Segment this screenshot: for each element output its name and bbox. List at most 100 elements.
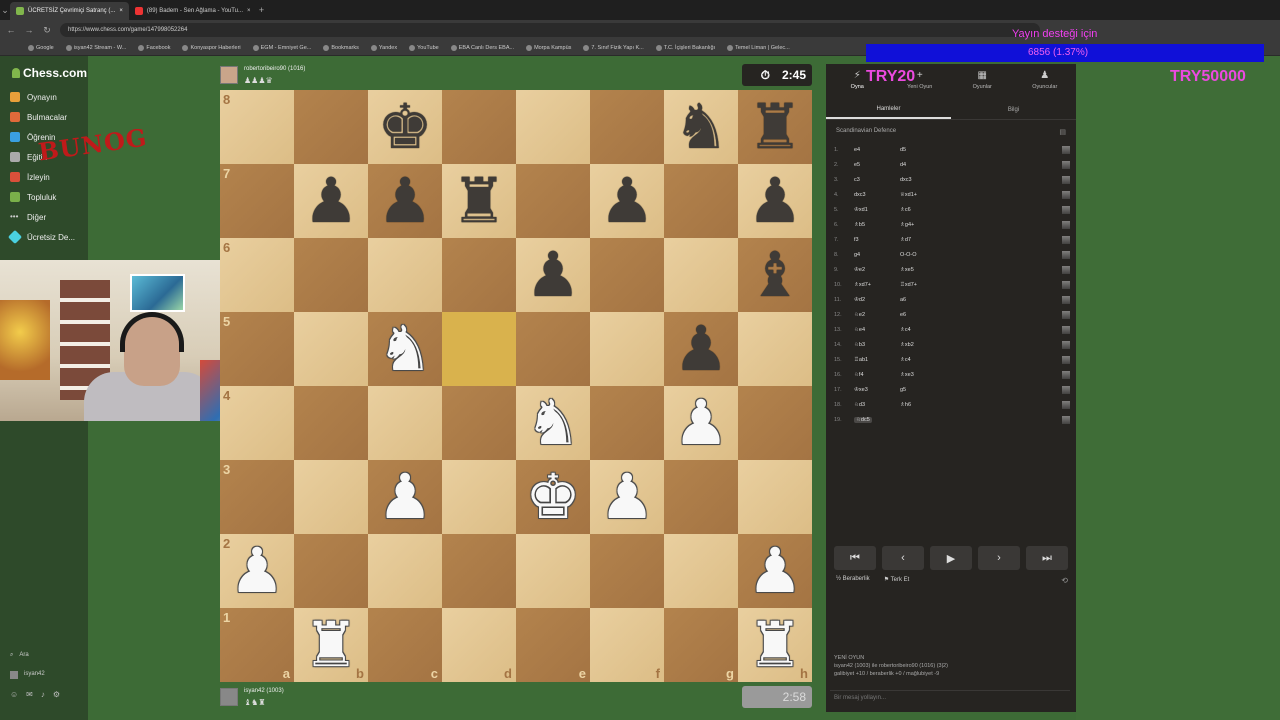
white-move[interactable]: dxc3 (854, 192, 900, 198)
sidebar-item-community[interactable]: Topluluk (10, 192, 56, 202)
white-king-icon[interactable]: ♚ (525, 460, 581, 534)
black-move[interactable]: ♖xd7+ (900, 282, 1000, 288)
square-g4[interactable]: ♟ (664, 386, 738, 460)
square-g5[interactable]: ♟ (664, 312, 738, 386)
sidebar-search[interactable]: ⌕ Ara (10, 652, 29, 659)
bookmark-item[interactable]: Bookmarks (323, 44, 359, 51)
sidebar-item-play[interactable]: Oynayın (10, 92, 57, 102)
bookmark-item[interactable]: EBA Canlı Ders EBA... (450, 44, 514, 51)
square-f7[interactable]: ♟ (590, 164, 664, 238)
square-f1[interactable]: f (590, 608, 664, 682)
sidebar-item-watch[interactable]: İzleyin (10, 172, 50, 182)
close-tab-icon[interactable]: × (247, 8, 251, 14)
square-f3[interactable]: ♟ (590, 460, 664, 534)
square-f2[interactable] (590, 534, 664, 608)
bookmark-item[interactable]: Yandex (370, 44, 397, 51)
tab-info[interactable]: Bilgi (951, 100, 1076, 119)
square-g2[interactable] (664, 534, 738, 608)
bookmark-item[interactable]: 7. Sınıf Fizik Yapı K... (583, 44, 644, 51)
square-g1[interactable]: g (664, 608, 738, 682)
square-c8[interactable]: ♚ (368, 90, 442, 164)
white-rook-icon[interactable]: ♜ (303, 608, 359, 682)
square-h6[interactable]: ♝ (738, 238, 812, 312)
black-move[interactable]: ♗d7 (900, 237, 1000, 243)
square-d5[interactable] (442, 312, 516, 386)
square-d4[interactable] (442, 386, 516, 460)
square-h5[interactable] (738, 312, 812, 386)
square-g3[interactable] (664, 460, 738, 534)
friends-icon[interactable]: ☺ (10, 690, 18, 699)
close-tab-icon[interactable]: × (119, 8, 123, 14)
white-knight-icon[interactable]: ♞ (525, 386, 581, 460)
white-move[interactable]: ♗xd7+ (854, 282, 900, 288)
previous-move-button[interactable]: ‹ (882, 546, 924, 570)
chat-input[interactable]: Bir mesaj yollayın... (830, 690, 1070, 706)
sidebar-item-free-trial[interactable]: Ücretsiz De... (7, 229, 75, 245)
square-c5[interactable]: ♞ (368, 312, 442, 386)
bookmark-item[interactable]: Google (28, 44, 54, 51)
white-move[interactable]: ♘b3 (854, 342, 900, 348)
square-c6[interactable] (368, 238, 442, 312)
bookmark-item[interactable]: YouTube (409, 44, 439, 51)
square-h4[interactable] (738, 386, 812, 460)
white-move[interactable]: f3 (854, 237, 900, 243)
white-knight-icon[interactable]: ♞ (377, 312, 433, 386)
black-move[interactable]: e6 (900, 312, 1000, 318)
white-move[interactable]: ♘dc5 (854, 416, 900, 423)
last-move-button[interactable]: ⏭ (1026, 546, 1068, 570)
square-e2[interactable] (516, 534, 590, 608)
black-move[interactable]: ♗c4 (900, 357, 1000, 363)
white-move[interactable]: ♘d3 (854, 402, 900, 408)
white-pawn-icon[interactable]: ♟ (377, 460, 433, 534)
square-b5[interactable] (294, 312, 368, 386)
bookmark-item[interactable]: Konyaspor Haberleri (182, 44, 241, 51)
square-e8[interactable] (516, 90, 590, 164)
square-g7[interactable] (664, 164, 738, 238)
white-pawn-icon[interactable]: ♟ (229, 534, 285, 608)
bookmark-item[interactable]: Temel Liman | Gelec... (727, 44, 790, 51)
black-move[interactable]: dxc3 (900, 177, 1000, 183)
white-pawn-icon[interactable]: ♟ (673, 386, 729, 460)
square-a1[interactable]: 1a (220, 608, 294, 682)
tab-menu-icon[interactable]: ⌄ (0, 5, 10, 16)
play-button[interactable]: ▶ (930, 546, 972, 570)
square-a8[interactable]: 8 (220, 90, 294, 164)
white-move[interactable]: c3 (854, 177, 900, 183)
forward-icon[interactable]: → (24, 25, 34, 35)
new-tab-icon[interactable]: + (257, 5, 267, 15)
square-e3[interactable]: ♚ (516, 460, 590, 534)
black-move[interactable]: ♗h6 (900, 402, 1000, 408)
white-move[interactable]: ♔xd1 (854, 207, 900, 213)
chess-board[interactable]: 8 ♚ ♞ ♜ 7 ♟ ♟ ♜ ♟ ♟ 6 ♟ ♝ 5 ♞ ♟ 4 ♞ ♟ 3 ♟ ♚ ♟ 2 ♟ ♟ 1 a b ♜ c d e f g h ♜ (220, 90, 812, 682)
browser-tab-chess[interactable]: ÜCRETSİZ Çevrimiçi Satranç (... × (10, 2, 129, 20)
square-f6[interactable] (590, 238, 664, 312)
url-field[interactable]: https://www.chess.com/game/147998052264 (60, 23, 1040, 37)
white-move[interactable]: ♘e4 (854, 327, 900, 333)
white-move[interactable]: g4 (854, 252, 900, 258)
tab-players[interactable]: ♟ Oyuncular (1014, 64, 1077, 96)
square-f5[interactable] (590, 312, 664, 386)
black-move[interactable]: O-O-O (900, 252, 1000, 258)
sidebar-profile[interactable]: isyan42 (10, 671, 45, 679)
settings-gear-icon[interactable]: ⚙ (53, 690, 60, 699)
opponent-name[interactable]: robertoribeiro90 (1016) (244, 66, 305, 72)
white-move[interactable]: e5 (854, 162, 900, 168)
black-move[interactable]: ♗c4 (900, 327, 1000, 333)
black-move[interactable]: d5 (900, 147, 1000, 153)
square-b2[interactable] (294, 534, 368, 608)
tab-moves[interactable]: Hamleler (826, 100, 951, 119)
square-h8[interactable]: ♜ (738, 90, 812, 164)
white-rook-icon[interactable]: ♜ (747, 608, 803, 682)
square-b4[interactable] (294, 386, 368, 460)
white-move[interactable]: ♘f4 (854, 372, 900, 378)
sidebar-item-puzzles[interactable]: Bulmacalar (10, 112, 67, 122)
white-move[interactable]: ♔e2 (854, 267, 900, 273)
black-move[interactable]: ♗g4+ (900, 222, 1000, 228)
square-d6[interactable] (442, 238, 516, 312)
white-move[interactable]: ♔d2 (854, 297, 900, 303)
self-avatar[interactable] (220, 688, 238, 706)
square-a5[interactable]: 5 (220, 312, 294, 386)
square-g8[interactable]: ♞ (664, 90, 738, 164)
white-pawn-icon[interactable]: ♟ (599, 460, 655, 534)
black-move[interactable]: g5 (900, 387, 1000, 393)
